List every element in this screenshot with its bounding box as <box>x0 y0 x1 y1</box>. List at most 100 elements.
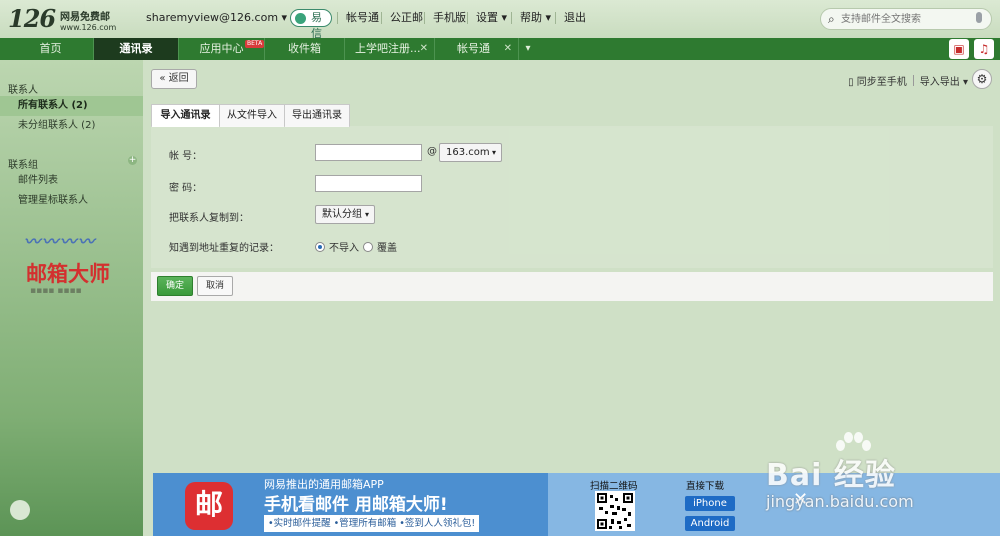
domain-select[interactable]: 163.com ▾ <box>439 143 502 162</box>
book-icon[interactable]: ▣ <box>949 39 969 59</box>
divider <box>511 12 512 24</box>
sidebar-item-ungrouped[interactable]: 未分组联系人 (2) <box>0 116 143 136</box>
tab-app-center[interactable]: 应用中心 BETA <box>179 38 265 60</box>
radio-label: 覆盖 <box>377 243 397 254</box>
top-bar: 126 网易免费邮 www.126.com sharemyview@126.co… <box>0 0 1000 40</box>
back-chevron-icon: « <box>159 73 166 84</box>
account-input[interactable] <box>315 144 422 161</box>
sidebar-item-mail-list[interactable]: 邮件列表 <box>0 171 143 191</box>
qr-code-icon <box>595 491 635 531</box>
tab-bar: 首页 通讯录 应用中心 BETA 收件箱 上学吧注册... ✕ 帐号通 ✕ ▾ ▣ ♫ <box>0 38 1000 60</box>
sidebar-item-starred[interactable]: 管理星标联系人 <box>0 191 143 211</box>
import-export-menu[interactable]: 导入导出 ▾ <box>920 77 968 88</box>
logout-link[interactable]: 退出 <box>564 11 586 25</box>
radio-overwrite[interactable]: 覆盖 <box>363 239 397 254</box>
divider <box>555 12 556 24</box>
logo-title: 网易免费邮 <box>60 12 110 23</box>
add-group-icon[interactable]: + <box>128 156 137 165</box>
toolbar-right: ▯ 同步至手机 导入导出 ▾ <box>848 73 968 88</box>
password-label: 密 码： <box>169 183 203 194</box>
music-icon[interactable]: ♫ <box>974 39 994 59</box>
settings-menu[interactable]: 设置 ▾ <box>476 11 507 25</box>
subtab-label: 导出通讯录 <box>292 110 342 121</box>
chevron-down-icon: ▾ <box>491 148 496 157</box>
link-account-pass[interactable]: 帐号通 <box>346 11 379 25</box>
divider <box>337 12 338 24</box>
duplicate-label: 知遇到地址重复的记录： <box>169 243 279 254</box>
logo-126[interactable]: 126 网易免费邮 www.126.com <box>8 4 138 34</box>
divider <box>912 75 914 86</box>
promo-brand: 邮箱大师 <box>26 262 110 286</box>
at-symbol: @ <box>427 146 437 157</box>
groups-heading: 联系组 <box>8 160 38 171</box>
link-fair-mail[interactable]: 公正邮 <box>390 11 423 25</box>
help-label: 帮助 <box>520 11 542 24</box>
tab-label: 收件箱 <box>288 42 321 55</box>
logo-domain: www.126.com <box>60 23 117 32</box>
banner-features: •实时邮件提醒 •管理所有邮箱 •签到人人领礼包! <box>264 515 480 532</box>
gear-icon[interactable]: ⚙ <box>972 69 992 89</box>
microphone-icon[interactable] <box>976 12 982 23</box>
group-select[interactable]: 默认分组 ▾ <box>315 205 375 224</box>
yixin-button[interactable]: 易信 <box>290 9 332 40</box>
tab-account-pass[interactable]: 帐号通 ✕ <box>435 38 519 60</box>
copy-to-label: 把联系人复制到： <box>169 213 249 224</box>
close-icon[interactable]: ✕ <box>504 38 512 60</box>
search-icon: ⌕ <box>828 12 835 26</box>
android-download-button[interactable]: Android <box>685 516 735 531</box>
baidu-watermark: Bai 经验 jingyan.baidu.com <box>752 430 972 520</box>
mail-master-app-icon: 邮 <box>185 482 233 530</box>
subtab-label: 导入通讯录 <box>160 110 211 121</box>
contacts-heading: 联系人 <box>8 85 38 96</box>
sidebar: 联系人 所有联系人 (2) 未分组联系人 (2) 联系组 + 邮件列表 管理星标… <box>0 60 143 536</box>
import-export-label: 导入导出 <box>919 77 960 88</box>
subtab-export-contacts[interactable]: 导出通讯录 <box>284 104 350 127</box>
sidebar-item-label: 未分组联系人 (2) <box>18 120 96 131</box>
radio-skip[interactable]: 不导入 <box>315 239 359 254</box>
radio-checked-icon <box>315 242 325 252</box>
sidebar-item-all-contacts[interactable]: 所有联系人 (2) <box>0 96 143 116</box>
tab-inbox[interactable]: 收件箱 <box>265 38 345 60</box>
group-value: 默认分组 <box>322 209 362 220</box>
confirm-button[interactable]: 确定 <box>157 276 193 296</box>
help-menu[interactable]: 帮助 ▾ <box>520 11 551 25</box>
search-input[interactable] <box>841 11 971 27</box>
sidebar-item-label: 邮件列表 <box>18 175 58 186</box>
back-button[interactable]: « 返回 <box>151 69 197 89</box>
tab-label: 应用中心 <box>199 42 244 55</box>
tab-contacts[interactable]: 通讯录 <box>94 38 179 60</box>
mail-master-promo-logo[interactable]: 〰〰〰〰 邮箱大师 ▪▪▪▪ ▪▪▪▪ <box>20 228 130 298</box>
qr-code-graphic <box>597 493 633 529</box>
watermark-title: Bai 经验 <box>766 458 896 493</box>
sidebar-item-label: 所有联系人 (2) <box>18 100 88 111</box>
iphone-download-button[interactable]: iPhone <box>685 496 735 511</box>
more-tabs-chevron-icon[interactable]: ▾ <box>520 40 536 58</box>
divider <box>424 12 425 24</box>
password-input[interactable] <box>315 175 422 192</box>
scan-qr-label: 扫描二维码 <box>590 481 638 492</box>
cancel-button[interactable]: 取消 <box>197 276 233 296</box>
close-icon[interactable]: ✕ <box>420 38 428 60</box>
subtab-import-contacts[interactable]: 导入通讯录 <box>151 104 220 127</box>
account-name: sharemyview@126.com <box>146 11 279 24</box>
chevron-down-icon: ▾ <box>281 11 288 24</box>
sync-to-phone-button[interactable]: ▯ 同步至手机 <box>848 77 907 88</box>
beta-badge: BETA <box>245 40 265 48</box>
tab-register-page[interactable]: 上学吧注册... ✕ <box>345 38 435 60</box>
subtab-label: 从文件导入 <box>227 110 277 121</box>
divider <box>381 12 382 24</box>
banner-headline: 手机看邮件 用邮箱大师! <box>264 495 448 515</box>
chevron-down-icon: ▾ <box>498 11 508 24</box>
divider <box>467 12 468 24</box>
search-box[interactable]: ⌕ <box>820 8 992 30</box>
link-mobile[interactable]: 手机版 <box>433 11 466 25</box>
chevron-down-icon: ▾ <box>962 77 968 88</box>
subtab-import-file[interactable]: 从文件导入 <box>219 104 285 127</box>
domain-value: 163.com <box>446 147 490 158</box>
account-menu[interactable]: sharemyview@126.com ▾ <box>146 11 287 25</box>
tab-home[interactable]: 首页 <box>8 38 94 60</box>
chevron-down-icon: ▾ <box>364 210 369 219</box>
radio-unchecked-icon <box>363 242 373 252</box>
feedback-icon[interactable] <box>10 500 30 520</box>
handwritten-logo-graphic: 〰〰〰〰 <box>24 232 97 251</box>
